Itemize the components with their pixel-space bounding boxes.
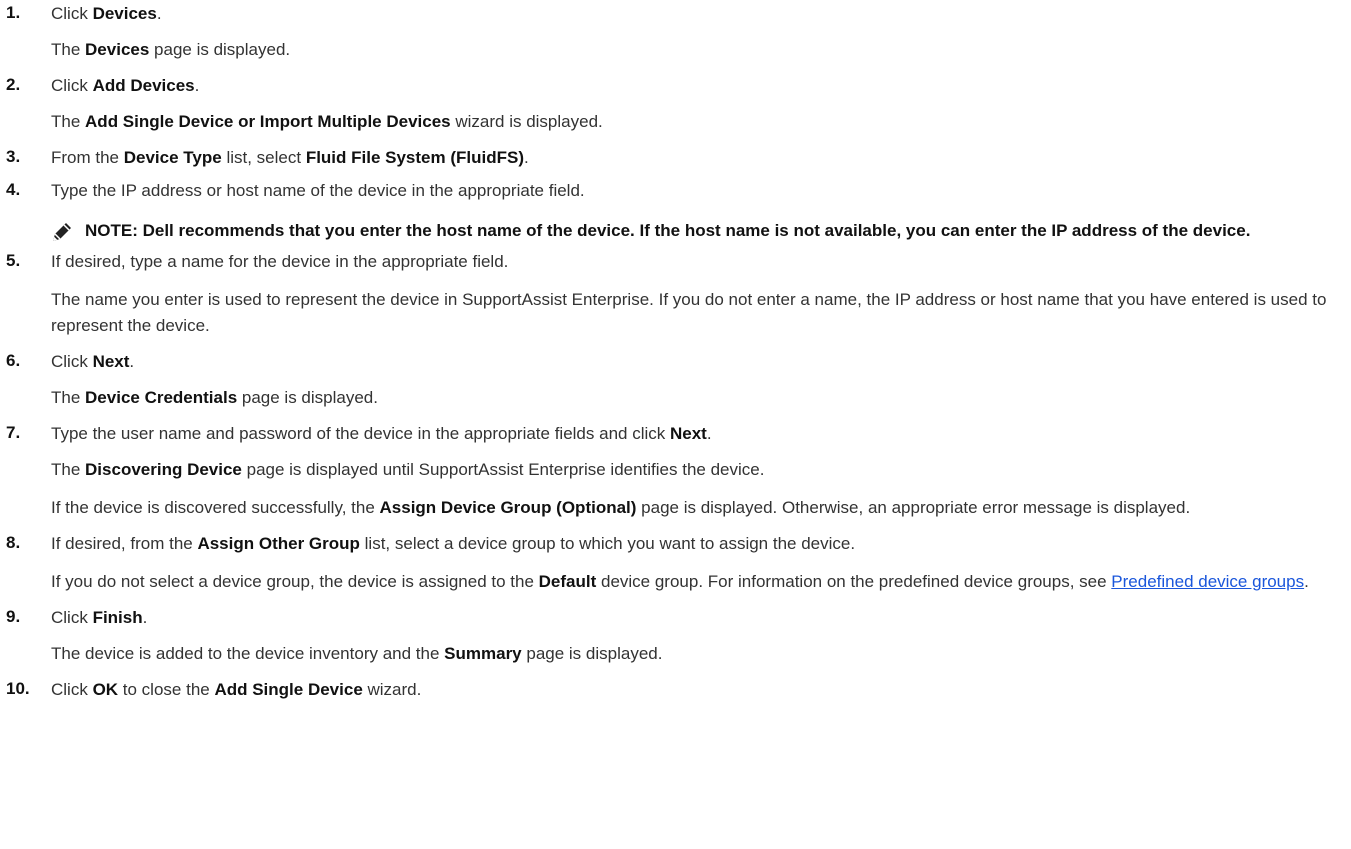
text-run: list, select a device group to which you… xyxy=(359,534,856,553)
ui-term-assign-device-group: Assign Device Group (Optional) xyxy=(379,498,637,517)
text-run: to close the xyxy=(118,680,215,699)
text-run: . xyxy=(1304,572,1309,591)
ui-term-fluidfs: Fluid File System (FluidFS) xyxy=(305,148,524,167)
text-run: page is displayed. xyxy=(149,40,291,59)
step-number: 6. xyxy=(6,351,21,370)
ui-term-wizard-name: Add Single Device or Import Multiple Dev… xyxy=(85,112,451,131)
step-number: 5. xyxy=(6,251,21,270)
ui-term-add-single-device: Add Single Device xyxy=(214,680,363,699)
step-line: Type the IP address or host name of the … xyxy=(51,180,1351,202)
text-run: The xyxy=(51,388,86,407)
text-run: page is displayed until SupportAssist En… xyxy=(241,460,765,479)
step-line: If desired, from the Assign Other Group … xyxy=(51,533,1351,555)
step-line: The Devices page is displayed. xyxy=(51,39,1351,61)
step-line: Click Finish. xyxy=(51,607,1351,629)
ui-term-add-devices: Add Devices xyxy=(92,76,195,95)
text-run: list, select xyxy=(221,148,306,167)
text-run: . xyxy=(706,424,712,443)
text-run: device group. For information on the pre… xyxy=(596,572,1112,591)
step-number: 10. xyxy=(6,679,30,698)
ui-term-next: Next xyxy=(669,424,707,443)
text-run: If desired, from the xyxy=(51,534,198,553)
text-run: The xyxy=(51,112,86,131)
procedure-document: 1. Click Devices. The Devices page is di… xyxy=(0,0,1351,701)
step-4: 4. Type the IP address or host name of t… xyxy=(0,180,1351,243)
step-number: 1. xyxy=(6,3,21,22)
ui-term-devices: Devices xyxy=(92,4,157,23)
step-number: 4. xyxy=(6,180,21,199)
step-line: If you do not select a device group, the… xyxy=(51,569,1331,595)
text-run: The xyxy=(51,40,86,59)
step-line: The device is added to the device invent… xyxy=(51,643,1351,665)
ui-term-device-credentials: Device Credentials xyxy=(85,388,238,407)
step-number: 7. xyxy=(6,423,21,442)
text-run: Click xyxy=(51,76,93,95)
text-run: The device is added to the device invent… xyxy=(51,644,445,663)
note-text: NOTE: Dell recommends that you enter the… xyxy=(85,221,1251,240)
step-10: 10. Click OK to close the Add Single Dev… xyxy=(0,679,1351,701)
ui-term-default: Default xyxy=(538,572,597,591)
text-run: page is displayed. xyxy=(237,388,378,407)
text-run: Click xyxy=(51,352,93,371)
text-run: Type the user name and password of the d… xyxy=(51,424,670,443)
ui-term-device-type: Device Type xyxy=(123,148,222,167)
text-run: . xyxy=(156,4,162,23)
ui-term-next: Next xyxy=(92,352,130,371)
text-run: page is displayed. Otherwise, an appropr… xyxy=(636,498,1191,517)
predefined-device-groups-link[interactable]: Predefined device groups xyxy=(1111,572,1304,591)
note-callout: NOTE: Dell recommends that you enter the… xyxy=(51,219,1331,243)
ui-term-finish: Finish xyxy=(92,608,143,627)
text-run: . xyxy=(194,76,200,95)
text-run: Type the IP address or host name of the … xyxy=(51,181,585,200)
step-line: From the Device Type list, select Fluid … xyxy=(51,147,1351,169)
step-line: Click OK to close the Add Single Device … xyxy=(51,679,1351,701)
text-run: . xyxy=(524,148,529,167)
text-run: The name you enter is used to represent … xyxy=(51,290,1327,335)
pencil-note-icon xyxy=(53,223,71,241)
step-line: The Add Single Device or Import Multiple… xyxy=(51,111,1351,133)
text-run: If the device is discovered successfully… xyxy=(51,498,380,517)
step-line: Click Next. xyxy=(51,351,1351,373)
text-run: The xyxy=(51,460,86,479)
step-line: The Discovering Device page is displayed… xyxy=(51,459,1351,481)
step-number: 8. xyxy=(6,533,21,552)
step-3: 3. From the Device Type list, select Flu… xyxy=(0,147,1351,169)
text-run: Click xyxy=(51,4,93,23)
step-number: 9. xyxy=(6,607,21,626)
text-run: wizard is displayed. xyxy=(450,112,603,131)
step-9: 9. Click Finish. The device is added to … xyxy=(0,607,1351,665)
step-8: 8. If desired, from the Assign Other Gro… xyxy=(0,533,1351,595)
step-1: 1. Click Devices. The Devices page is di… xyxy=(0,2,1351,61)
ui-term-ok: OK xyxy=(92,680,119,699)
step-line: If desired, type a name for the device i… xyxy=(51,251,1351,273)
text-run: . xyxy=(142,608,148,627)
text-run: page is displayed. xyxy=(521,644,663,663)
ui-term-devices: Devices xyxy=(85,40,150,59)
step-2: 2. Click Add Devices. The Add Single Dev… xyxy=(0,75,1351,133)
text-run: . xyxy=(129,352,135,371)
step-line: Click Add Devices. xyxy=(51,75,1351,97)
step-number: 2. xyxy=(6,75,21,94)
step-line: If the device is discovered successfully… xyxy=(51,495,1331,521)
step-6: 6. Click Next. The Device Credentials pa… xyxy=(0,351,1351,409)
text-run: From the xyxy=(51,148,124,167)
text-run: wizard. xyxy=(362,680,422,699)
text-run: Click xyxy=(51,680,93,699)
ui-term-discovering-device: Discovering Device xyxy=(85,460,242,479)
ui-term-summary: Summary xyxy=(444,644,522,663)
step-line: Type the user name and password of the d… xyxy=(51,423,1351,445)
text-run: Click xyxy=(51,608,93,627)
step-line: Click Devices. xyxy=(51,2,1351,25)
step-line: The Device Credentials page is displayed… xyxy=(51,387,1351,409)
step-number: 3. xyxy=(6,147,21,166)
step-5: 5. If desired, type a name for the devic… xyxy=(0,251,1351,339)
text-run: If you do not select a device group, the… xyxy=(51,572,539,591)
text-run: If desired, type a name for the device i… xyxy=(51,252,509,271)
step-7: 7. Type the user name and password of th… xyxy=(0,423,1351,521)
ui-term-assign-other-group: Assign Other Group xyxy=(197,534,360,553)
step-line: The name you enter is used to represent … xyxy=(51,287,1331,339)
